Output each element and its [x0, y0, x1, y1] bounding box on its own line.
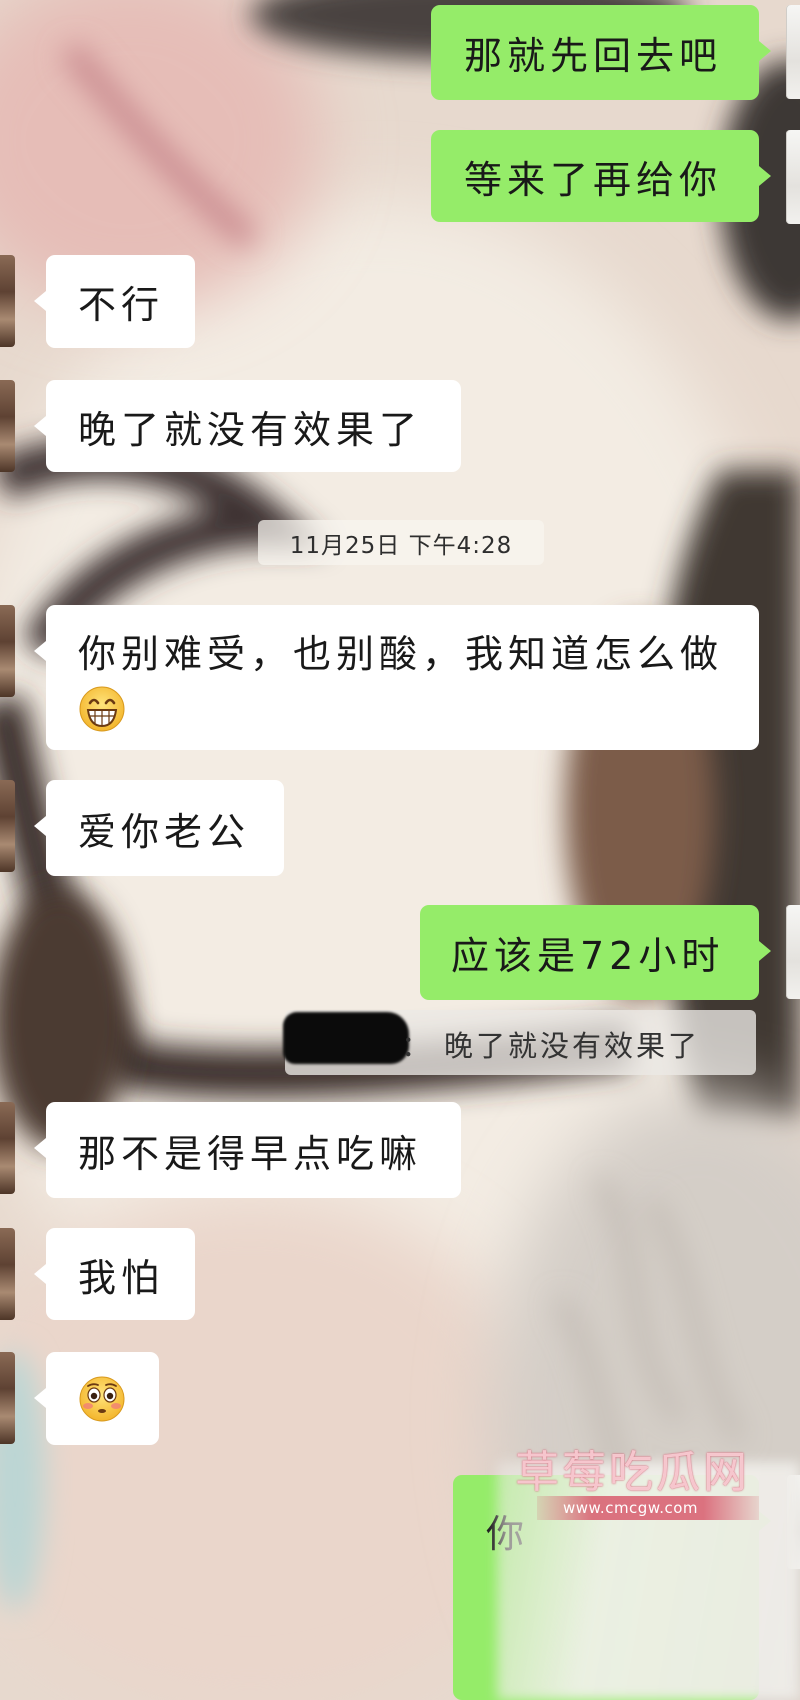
quote-text: 晚了就没有效果了: [444, 1029, 701, 1063]
contact-avatar[interactable]: [0, 605, 15, 697]
quoted-message[interactable]: ： 晚了就没有效果了: [283, 1010, 756, 1075]
message-incoming[interactable]: 我怕: [34, 1228, 195, 1320]
contact-avatar[interactable]: [0, 380, 15, 472]
message-incoming[interactable]: 晚了就没有效果了: [34, 380, 461, 472]
timestamp-text: 11月25日 下午4:28: [289, 532, 513, 559]
message-outgoing[interactable]: 等来了再给你: [431, 130, 771, 222]
message-text: 那不是得早点吃嘛: [78, 1131, 423, 1176]
flushed-emoji-icon: [79, 1376, 125, 1421]
message-outgoing[interactable]: 应该是72小时: [420, 905, 771, 1000]
message-text: 应该是72小时: [451, 934, 725, 978]
message-text: 我怕: [78, 1255, 165, 1300]
message-timestamp: 11月25日 下午4:28: [258, 520, 544, 565]
message-text: 不行: [78, 283, 165, 327]
watermark-url: www.cmcgw.com: [563, 1499, 699, 1517]
message-incoming[interactable]: 那不是得早点吃嘛: [34, 1102, 461, 1198]
contact-avatar[interactable]: [0, 780, 15, 872]
message-outgoing[interactable]: 那就先回去吧: [431, 5, 771, 100]
contact-avatar[interactable]: [0, 255, 15, 347]
contact-avatar[interactable]: [0, 1352, 15, 1444]
redacted-sender-name: [283, 1012, 409, 1064]
watermark-site-name: 草莓吃瓜网: [515, 1447, 750, 1498]
message-text: 爱你老公: [78, 809, 251, 854]
message-text: 等来了再给你: [464, 157, 723, 202]
message-incoming[interactable]: 不行: [34, 255, 195, 348]
message-incoming[interactable]: [34, 1352, 159, 1445]
contact-avatar[interactable]: [0, 1228, 15, 1320]
message-text: 晚了就没有效果了: [78, 407, 423, 452]
message-incoming[interactable]: 爱你老公: [34, 780, 284, 876]
message-text: 那就先回去吧: [464, 34, 723, 78]
chat-screen: 那就先回去吧 等来了再给你 不行 晚了就没有效果了 11月25日 下午4:28 …: [0, 0, 800, 1700]
contact-avatar[interactable]: [0, 1102, 15, 1194]
my-avatar[interactable]: [786, 905, 800, 999]
my-avatar[interactable]: [786, 130, 800, 224]
message-text: 你别难受，也别酸，我知道怎么做: [78, 632, 724, 676]
quote-separator: ：: [401, 1029, 434, 1063]
message-incoming[interactable]: 你别难受，也别酸，我知道怎么做: [34, 605, 759, 750]
my-avatar[interactable]: [786, 5, 800, 99]
grin-emoji-icon: [79, 686, 125, 732]
